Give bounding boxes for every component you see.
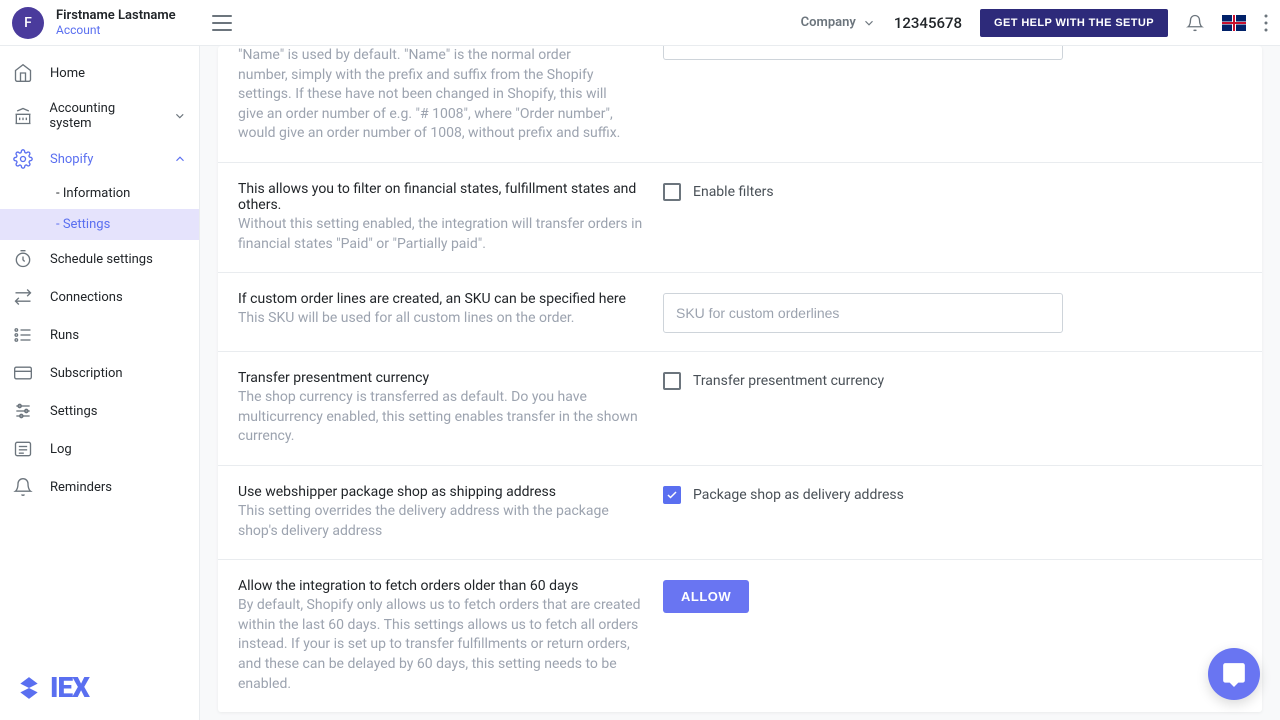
company-id: 12345678 [894,14,962,32]
sidebar: Home Accounting system Shopify - Informa… [0,46,200,720]
more-menu-icon[interactable] [1264,14,1268,32]
sidebar-item-schedule[interactable]: Schedule settings [0,240,199,278]
sidebar-item-label: Schedule settings [50,252,153,267]
checkbox-label: Package shop as delivery address [693,487,904,503]
company-label: Company [801,15,856,30]
setting-desc: This SKU will be used for all custom lin… [238,309,643,329]
sidebar-item-label: Settings [50,404,97,419]
sidebar-item-label: Log [50,442,72,457]
checkbox-label: Transfer presentment currency [693,373,884,389]
package-shop-checkbox[interactable] [663,486,681,504]
setting-desc: Without this setting enabled, the integr… [238,215,643,254]
setting-row-filters: This allows you to filter on financial s… [218,163,1262,273]
sidebar-item-home[interactable]: Home [0,54,199,92]
setting-title: If custom order lines are created, an SK… [238,291,643,307]
currency-checkbox[interactable] [663,372,681,390]
user-section: F Firstname Lastname Account [12,7,200,39]
setting-row-currency: Transfer presentment currency The shop c… [218,352,1262,466]
setting-title: Use webshipper package shop as shipping … [238,484,643,500]
list-icon [12,325,34,345]
sku-input[interactable] [663,293,1063,333]
app-header: F Firstname Lastname Account Company 123… [0,0,1280,46]
setting-desc: This setting overrides the delivery addr… [238,502,643,541]
setting-title: Allow the integration to fetch orders ol… [238,578,643,594]
sidebar-item-label: Subscription [50,366,123,381]
sidebar-item-label: Accounting system [49,101,157,131]
logo-text: IEX [50,671,89,704]
chevron-down-icon [862,16,876,30]
avatar[interactable]: F [12,7,44,39]
chat-fab[interactable] [1208,648,1260,700]
setting-title: Transfer presentment currency [238,370,643,386]
settings-card: "Name" is used by default. "Name" is the… [218,46,1262,712]
bank-icon [12,106,33,126]
setting-row-allow-old-orders: Allow the integration to fetch orders ol… [218,560,1262,712]
setting-row-package-shop: Use webshipper package shop as shipping … [218,466,1262,560]
sliders-icon [12,401,34,421]
sidebar-item-shopify[interactable]: Shopify [0,140,199,178]
sidebar-item-label: Shopify [50,152,93,167]
company-selector[interactable]: Company [801,15,876,30]
sidebar-subitem-settings[interactable]: - Settings [0,209,199,240]
hamburger-icon[interactable] [212,15,232,31]
sidebar-item-accounting[interactable]: Accounting system [0,92,199,140]
chevron-down-icon [173,109,187,123]
sidebar-item-subscription[interactable]: Subscription [0,354,199,392]
chevron-up-icon [173,152,187,166]
sidebar-subitem-information[interactable]: - Information [0,178,199,209]
sidebar-item-connections[interactable]: Connections [0,278,199,316]
main-content: "Name" is used by default. "Name" is the… [200,46,1280,720]
sidebar-item-settings[interactable]: Settings [0,392,199,430]
chat-icon [1221,661,1247,687]
sidebar-item-label: Connections [50,290,123,305]
credit-card-icon [12,363,34,383]
flag-uk-icon[interactable] [1222,15,1246,31]
setting-desc: "Name" is used by default. "Name" is the… [218,46,643,162]
transfer-icon [12,287,34,307]
allow-button[interactable]: ALLOW [663,580,749,613]
setting-desc: By default, Shopify only allows us to fe… [238,596,643,694]
sidebar-item-runs[interactable]: Runs [0,316,199,354]
sidebar-item-label: Runs [50,328,79,343]
stopwatch-icon [12,249,34,269]
order-number-input-partial[interactable] [663,46,1063,60]
logo-mark-icon [16,675,42,701]
user-name: Firstname Lastname [56,8,176,23]
sidebar-item-label: Home [50,66,85,81]
setting-desc: The shop currency is transferred as defa… [238,388,643,447]
help-button[interactable]: GET HELP WITH THE SETUP [980,9,1168,37]
account-link[interactable]: Account [56,23,176,37]
user-info: Firstname Lastname Account [56,8,176,37]
setting-row-sku: If custom order lines are created, an SK… [218,273,1262,352]
logo: IEX [0,655,199,720]
sidebar-item-label: Reminders [50,480,112,495]
enable-filters-checkbox[interactable] [663,183,681,201]
home-icon [12,63,34,83]
header-right: Company 12345678 GET HELP WITH THE SETUP [801,9,1268,37]
log-icon [12,439,34,459]
sidebar-item-reminders[interactable]: Reminders [0,468,199,506]
sidebar-item-log[interactable]: Log [0,430,199,468]
setting-title: This allows you to filter on financial s… [238,181,643,213]
bell-icon [12,477,34,497]
gear-icon [12,149,34,169]
bell-icon[interactable] [1186,14,1204,32]
checkbox-label: Enable filters [693,184,774,200]
